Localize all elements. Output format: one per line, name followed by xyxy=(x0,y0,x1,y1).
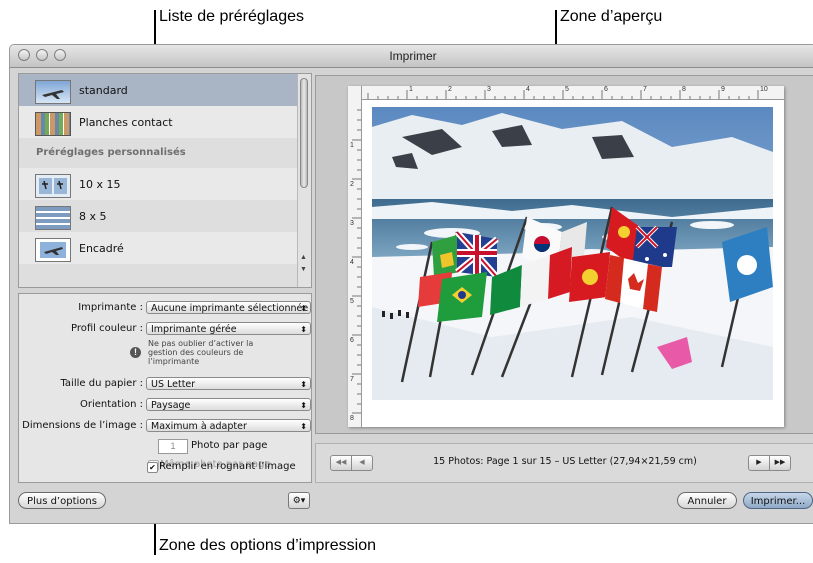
image-dimensions-popup[interactable]: Maximum à adapter ⬍ xyxy=(146,419,311,432)
preset-label: Encadré xyxy=(79,242,124,255)
ruler-tick-label: 5 xyxy=(565,86,569,93)
preset-framed[interactable]: Encadré xyxy=(19,232,297,264)
callout-presets-list: Liste de préréglages xyxy=(159,8,304,25)
double-right-arrow-icon[interactable]: ▶▶ xyxy=(769,455,791,471)
image-dimensions-label: Dimensions de l’image : xyxy=(22,420,143,431)
popup-arrows-icon: ⬍ xyxy=(300,325,307,334)
print-button[interactable]: Imprimer... xyxy=(743,492,813,509)
fill-crop-label: Remplir en rognant l’image xyxy=(159,461,296,472)
ruler-tick-label: 9 xyxy=(721,86,725,93)
preset-label: Planches contact xyxy=(79,116,173,129)
ruler-tick-label: 3 xyxy=(487,86,491,93)
preset-label: standard xyxy=(79,84,128,97)
framed-photo-thumbnail xyxy=(35,238,71,262)
printer-label: Imprimante : xyxy=(78,302,143,313)
gear-icon[interactable]: ⚙▾ xyxy=(288,492,310,509)
printer-value: Aucune imprimante sélectionnée xyxy=(151,303,309,314)
contact-sheet-thumbnail xyxy=(35,112,71,136)
scrollbar-thumb[interactable] xyxy=(300,78,308,188)
color-profile-label: Profil couleur : xyxy=(70,323,143,334)
color-management-note: Ne pas oublier d’activer la gestion des … xyxy=(148,339,254,366)
ruler-tick-label: 2 xyxy=(350,181,354,188)
callout-print-options: Zone des options d’impression xyxy=(159,537,377,554)
preview-area: 1 2 3 4 5 6 7 8 9 10 1 2 3 4 5 6 7 8 xyxy=(315,75,813,434)
preview-photo xyxy=(372,107,773,400)
more-options-button[interactable]: Plus d’options xyxy=(18,492,106,509)
preset-10x15[interactable]: 10 x 15 xyxy=(19,168,297,200)
ruler-tick-label: 10 xyxy=(760,86,768,93)
popup-arrows-icon: ⬍ xyxy=(300,401,307,410)
fill-crop-checkbox[interactable]: ✔ xyxy=(147,462,158,473)
horizontal-ruler: 1 2 3 4 5 6 7 8 9 10 xyxy=(348,86,784,100)
callout-preview-area: Zone d’aperçu xyxy=(560,8,663,25)
paper-size-value: US Letter xyxy=(151,379,196,390)
paper-preview: 1 2 3 4 5 6 7 8 9 10 1 2 3 4 5 6 7 8 xyxy=(348,86,784,427)
ruler-tick-label: 7 xyxy=(643,86,647,93)
warning-icon: ! xyxy=(130,347,141,358)
orientation-popup[interactable]: Paysage ⬍ xyxy=(146,398,311,411)
photos-per-page-label: Photo par page xyxy=(191,440,268,451)
preset-standard[interactable]: standard xyxy=(19,74,297,106)
paper-size-popup[interactable]: US Letter ⬍ xyxy=(146,377,311,390)
page-status-text: 15 Photos: Page 1 sur 15 – US Letter (27… xyxy=(433,456,697,467)
vertical-ruler: 1 2 3 4 5 6 7 8 xyxy=(348,86,362,427)
print-options-panel: Imprimante : Aucune imprimante sélection… xyxy=(18,293,312,483)
ruler-tick-label: 3 xyxy=(350,220,354,227)
right-arrow-icon[interactable]: ▶ xyxy=(748,455,770,471)
paper-size-label: Taille du papier : xyxy=(60,378,143,389)
ruler-tick-label: 4 xyxy=(526,86,530,93)
ruler-tick-label: 7 xyxy=(350,376,354,383)
presets-scrollbar[interactable]: ▲ ▼ xyxy=(297,74,311,287)
preset-label: 10 x 15 xyxy=(79,178,121,191)
presets-list: standard Planches contact Préréglages pe… xyxy=(18,73,312,288)
title-bar: Imprimer xyxy=(10,45,813,68)
preset-8x5[interactable]: 8 x 5 xyxy=(19,200,297,232)
printer-popup[interactable]: Aucune imprimante sélectionnée ⬍ xyxy=(146,301,311,314)
print-window: Imprimer standard Planches contact Préré… xyxy=(9,44,813,524)
popup-arrows-icon: ⬍ xyxy=(300,422,307,431)
preset-label: 8 x 5 xyxy=(79,210,107,223)
ruler-tick-label: 6 xyxy=(350,337,354,344)
section-header: Préréglages personnalisés xyxy=(36,147,186,158)
color-profile-value: Imprimante gérée xyxy=(151,324,237,335)
orientation-value: Paysage xyxy=(151,400,191,411)
ruler-tick-label: 1 xyxy=(350,142,354,149)
ruler-tick-label: 6 xyxy=(604,86,608,93)
preset-contact-sheet[interactable]: Planches contact xyxy=(19,106,297,138)
custom-presets-section: Préréglages personnalisés xyxy=(19,138,297,168)
orientation-label: Orientation : xyxy=(79,399,143,410)
window-title: Imprimer xyxy=(389,49,437,63)
scroll-down-arrow-icon[interactable]: ▼ xyxy=(300,266,307,273)
ruler-tick-label: 4 xyxy=(350,259,354,266)
ruler-tick-label: 2 xyxy=(448,86,452,93)
ruler-tick-label: 1 xyxy=(409,86,413,93)
ruler-tick-label: 8 xyxy=(350,415,354,422)
ruler-tick-label: 5 xyxy=(350,298,354,305)
photos-per-page-field[interactable]: 1 xyxy=(158,439,188,454)
cancel-button[interactable]: Annuler xyxy=(677,492,737,509)
two-up-thumbnail xyxy=(35,174,71,198)
popup-arrows-icon: ⬍ xyxy=(300,380,307,389)
popup-arrows-icon: ⬍ xyxy=(300,304,307,313)
ruler-tick-label: 8 xyxy=(682,86,686,93)
page-navigation-bar: ◀◀ ◀ 15 Photos: Page 1 sur 15 – US Lette… xyxy=(315,443,813,483)
color-profile-popup[interactable]: Imprimante gérée ⬍ xyxy=(146,322,311,335)
scroll-up-arrow-icon[interactable]: ▲ xyxy=(300,254,307,261)
grid-thumbnail xyxy=(35,206,71,230)
image-dimensions-value: Maximum à adapter xyxy=(151,421,247,432)
jet-photo-thumbnail xyxy=(35,80,71,104)
